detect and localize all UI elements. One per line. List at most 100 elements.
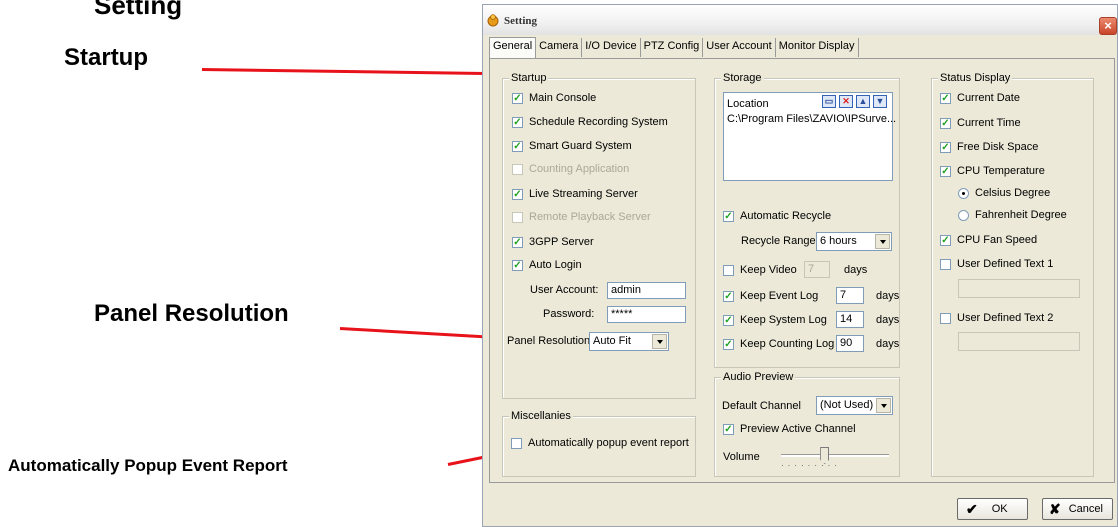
smart-guard-checkbox[interactable]: ✓ xyxy=(512,140,523,152)
preview-active-channel-option[interactable]: ✓ Preview Active Channel xyxy=(723,423,856,435)
automatic-recycle-label: Automatic Recycle xyxy=(740,210,832,222)
panel-resolution-select[interactable]: Auto Fit xyxy=(589,332,669,351)
chevron-down-icon[interactable] xyxy=(876,398,891,413)
panel-resolution-label: Panel Resolution xyxy=(507,335,591,347)
keep-event-log-label: Keep Event Log xyxy=(740,290,819,302)
live-streaming-checkbox[interactable]: ✓ xyxy=(512,188,523,200)
user-text-1-label: User Defined Text 1 xyxy=(957,258,1054,270)
keep-system-log-option[interactable]: ✓ Keep System Log xyxy=(723,314,827,326)
3gpp-server-checkbox[interactable]: ✓ xyxy=(512,236,523,248)
audio-preview-group: Audio Preview Default Channel (Not Used)… xyxy=(714,371,900,477)
close-button[interactable]: × xyxy=(1099,17,1117,35)
default-channel-value: (Not Used) xyxy=(820,399,874,411)
miscellanies-legend: Miscellanies xyxy=(509,410,573,422)
cpu-temperature-option[interactable]: ✓ CPU Temperature xyxy=(940,165,1045,177)
automatic-recycle-checkbox[interactable]: ✓ xyxy=(723,210,734,222)
startup-live-streaming[interactable]: ✓ Live Streaming Server xyxy=(512,188,638,200)
main-console-label: Main Console xyxy=(529,92,597,104)
auto-popup-checkbox[interactable] xyxy=(511,437,522,449)
keep-system-log-checkbox[interactable]: ✓ xyxy=(723,314,734,326)
status-display-legend: Status Display xyxy=(938,72,1013,84)
keep-video-checkbox[interactable] xyxy=(723,264,734,276)
panel-resolution-annotation-line xyxy=(339,327,497,340)
celsius-option[interactable]: Celsius Degree xyxy=(958,187,1050,199)
tab-general[interactable]: General xyxy=(489,37,537,58)
tab-monitor-display[interactable]: Monitor Display xyxy=(775,38,859,57)
storage-group: Storage Location ▭ ✕ ▲ ▼ C:\Program File… xyxy=(714,72,900,368)
volume-label: Volume xyxy=(723,451,760,463)
keep-system-log-input[interactable]: 14 xyxy=(836,311,864,328)
tab-ptz-config[interactable]: PTZ Config xyxy=(640,38,704,57)
volume-slider-track[interactable] xyxy=(781,454,889,457)
current-time-option[interactable]: ✓ Current Time xyxy=(940,117,1021,129)
startup-main-console[interactable]: ✓ Main Console xyxy=(512,92,596,104)
cpu-temperature-checkbox[interactable]: ✓ xyxy=(940,165,951,177)
panel-resolution-annotation: Panel Resolution xyxy=(94,300,289,327)
chevron-down-icon[interactable] xyxy=(652,334,667,349)
tab-user-account[interactable]: User Account xyxy=(703,38,776,57)
keep-event-log-checkbox[interactable]: ✓ xyxy=(723,290,734,302)
current-date-option[interactable]: ✓ Current Date xyxy=(940,92,1020,104)
free-disk-space-checkbox[interactable]: ✓ xyxy=(940,141,951,153)
free-disk-space-label: Free Disk Space xyxy=(957,141,1039,153)
remote-playback-checkbox xyxy=(512,211,523,223)
startup-auto-login[interactable]: ✓ Auto Login xyxy=(512,259,582,271)
folder-icon[interactable]: ▭ xyxy=(822,95,836,108)
keep-event-log-input[interactable]: 7 xyxy=(836,287,864,304)
user-account-label: User Account: xyxy=(530,284,599,296)
setting-heading-annotation: Setting xyxy=(94,0,183,20)
free-disk-space-option[interactable]: ✓ Free Disk Space xyxy=(940,141,1038,153)
fahrenheit-radio[interactable] xyxy=(958,209,969,221)
chevron-down-icon[interactable] xyxy=(875,234,890,249)
keep-counting-log-input[interactable]: 90 xyxy=(836,335,864,352)
preview-active-channel-checkbox[interactable]: ✓ xyxy=(723,423,734,435)
current-date-checkbox[interactable]: ✓ xyxy=(940,92,951,104)
user-text-2-option[interactable]: User Defined Text 2 xyxy=(940,312,1053,324)
tab-strip: General Camera I/O Device PTZ Config Use… xyxy=(489,37,859,58)
smart-guard-label: Smart Guard System xyxy=(529,140,632,152)
main-console-checkbox[interactable]: ✓ xyxy=(512,92,523,104)
keep-system-log-days-unit: days xyxy=(876,314,900,326)
celsius-radio[interactable] xyxy=(958,187,969,199)
cpu-fan-speed-checkbox[interactable]: ✓ xyxy=(940,234,951,246)
fahrenheit-option[interactable]: Fahrenheit Degree xyxy=(958,209,1067,221)
startup-schedule-recording[interactable]: ✓ Schedule Recording System xyxy=(512,116,668,128)
arrow-down-icon[interactable]: ▼ xyxy=(873,95,887,108)
current-time-checkbox[interactable]: ✓ xyxy=(940,117,951,129)
keep-video-option[interactable]: Keep Video xyxy=(723,264,797,276)
tab-camera[interactable]: Camera xyxy=(536,38,583,57)
user-text-1-option[interactable]: User Defined Text 1 xyxy=(940,258,1053,270)
keep-event-log-option[interactable]: ✓ Keep Event Log xyxy=(723,290,818,302)
automatic-recycle-option[interactable]: ✓ Automatic Recycle xyxy=(723,210,831,222)
ok-button[interactable]: ✔ OK xyxy=(957,498,1028,520)
counting-application-label: Counting Application xyxy=(529,163,630,175)
default-channel-label: Default Channel xyxy=(722,400,801,412)
keep-video-label: Keep Video xyxy=(740,264,797,276)
startup-smart-guard[interactable]: ✓ Smart Guard System xyxy=(512,140,632,152)
user-text-1-checkbox[interactable] xyxy=(940,258,951,270)
keep-counting-log-checkbox[interactable]: ✓ xyxy=(723,338,734,350)
user-account-input[interactable]: admin xyxy=(607,282,686,299)
default-channel-select[interactable]: (Not Used) xyxy=(816,396,893,415)
startup-3gpp-server[interactable]: ✓ 3GPP Server xyxy=(512,236,594,248)
keep-video-days-unit: days xyxy=(844,264,868,276)
cpu-fan-speed-option[interactable]: ✓ CPU Fan Speed xyxy=(940,234,1037,246)
arrow-up-icon[interactable]: ▲ xyxy=(856,95,870,108)
keep-counting-log-option[interactable]: ✓ Keep Counting Log xyxy=(723,338,834,350)
user-text-2-label: User Defined Text 2 xyxy=(957,312,1054,324)
user-text-2-checkbox[interactable] xyxy=(940,312,951,324)
delete-icon[interactable]: ✕ xyxy=(839,95,853,108)
location-column-header: Location xyxy=(727,98,769,110)
recycle-range-select[interactable]: 6 hours xyxy=(816,232,892,251)
password-input[interactable]: ***** xyxy=(607,306,686,323)
storage-location-list[interactable]: Location ▭ ✕ ▲ ▼ C:\Program Files\ZAVIO\… xyxy=(723,92,896,181)
password-label: Password: xyxy=(543,308,595,320)
remote-playback-label: Remote Playback Server xyxy=(529,211,651,223)
auto-login-checkbox[interactable]: ✓ xyxy=(512,259,523,271)
tab-io-device[interactable]: I/O Device xyxy=(582,38,641,57)
schedule-recording-checkbox[interactable]: ✓ xyxy=(512,116,523,128)
cancel-button[interactable]: ✘ Cancel xyxy=(1042,498,1113,520)
auto-popup-option[interactable]: Automatically popup event report xyxy=(511,437,689,449)
location-item[interactable]: C:\Program Files\ZAVIO\IPSurve... xyxy=(727,113,896,125)
title-bar: Setting × xyxy=(483,5,1117,35)
